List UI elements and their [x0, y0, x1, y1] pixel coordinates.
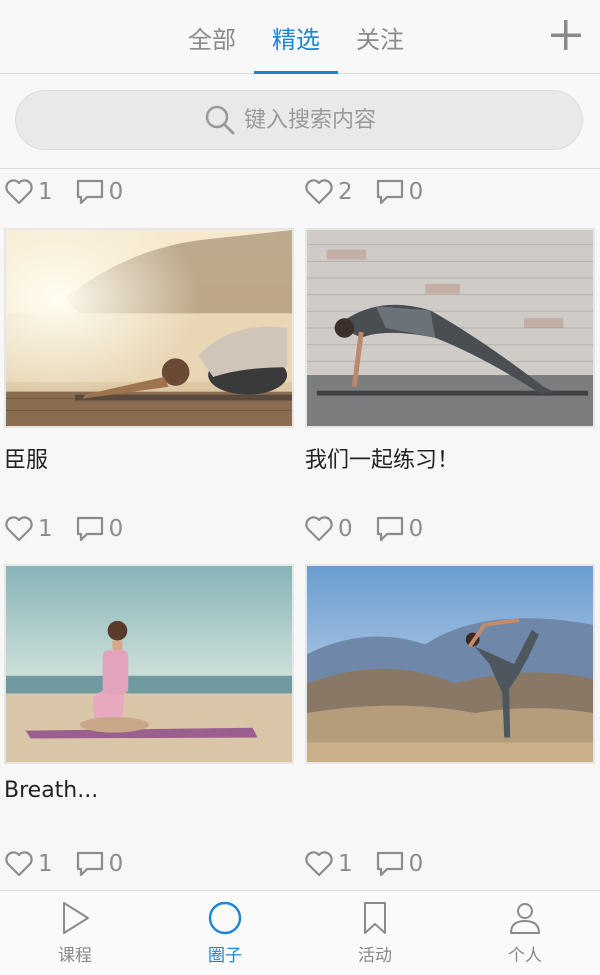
- like-button[interactable]: 1: [4, 850, 53, 878]
- nav-item-profile[interactable]: 个人: [450, 891, 600, 975]
- comment-button[interactable]: 0: [75, 178, 124, 206]
- comment-icon: [376, 179, 403, 205]
- comment-count: 0: [408, 851, 424, 877]
- tab-all[interactable]: 全部: [170, 0, 254, 74]
- like-count: 1: [38, 179, 53, 205]
- heart-icon: [305, 851, 333, 877]
- heart-icon: [305, 179, 333, 205]
- post-image-child-pose[interactable]: [4, 228, 294, 428]
- tab-following[interactable]: 关注: [338, 0, 422, 74]
- comment-count: 0: [108, 851, 124, 877]
- post-title[interactable]: 我们一起练习！: [305, 442, 459, 474]
- heart-icon: [5, 851, 33, 877]
- heart-icon: [5, 516, 33, 542]
- post-stats: 1 0: [4, 507, 145, 551]
- like-button[interactable]: 0: [304, 515, 353, 543]
- nav-label: 圈子: [208, 946, 242, 966]
- post-feed[interactable]: 1 0 2 0 臣服 我们一起练习！ 1 0 0 0 Breath... 1 0…: [0, 170, 600, 890]
- like-count: 0: [338, 516, 353, 542]
- post-image-beach-meditation[interactable]: [4, 564, 294, 764]
- nav-label: 活动: [358, 946, 392, 966]
- like-button[interactable]: 1: [4, 515, 53, 543]
- comment-button[interactable]: 0: [75, 515, 124, 543]
- search-icon: [205, 105, 235, 135]
- comment-icon: [76, 851, 103, 877]
- heart-icon: [305, 516, 333, 542]
- play-icon: [63, 902, 89, 934]
- like-count: 2: [338, 179, 353, 205]
- post-stats: 1 0: [4, 842, 145, 886]
- comment-icon: [376, 851, 403, 877]
- comment-button[interactable]: 0: [375, 178, 424, 206]
- post-stats: 1 0: [4, 170, 145, 214]
- comment-icon: [76, 179, 103, 205]
- tab-featured[interactable]: 精选: [254, 0, 338, 74]
- person-icon: [510, 903, 540, 934]
- comment-count: 0: [108, 516, 124, 542]
- comment-count: 0: [408, 179, 424, 205]
- search-box[interactable]: [15, 90, 583, 150]
- like-count: 1: [338, 851, 353, 877]
- tab-bar: 全部 精选 关注: [170, 0, 422, 74]
- search-input[interactable]: [244, 107, 394, 133]
- like-count: 1: [38, 851, 53, 877]
- post-stats: 1 0: [304, 842, 445, 886]
- like-count: 1: [38, 516, 53, 542]
- comment-count: 0: [408, 516, 424, 542]
- post-image-dancer-pose[interactable]: [305, 564, 595, 764]
- circle-icon: [208, 901, 242, 935]
- post-image-upward-plank[interactable]: [305, 228, 595, 428]
- nav-item-circle[interactable]: 圈子: [150, 891, 300, 975]
- comment-icon: [376, 516, 403, 542]
- post-stats: 0 0: [304, 507, 445, 551]
- nav-item-events[interactable]: 活动: [300, 891, 450, 975]
- like-button[interactable]: 1: [304, 850, 353, 878]
- add-post-button[interactable]: [546, 14, 586, 58]
- nav-item-courses[interactable]: 课程: [0, 891, 150, 975]
- bottom-navigation: 课程 圈子 活动 个人: [0, 890, 600, 975]
- nav-label: 个人: [508, 946, 542, 966]
- comment-icon: [76, 516, 103, 542]
- like-button[interactable]: 1: [4, 178, 53, 206]
- comment-button[interactable]: 0: [375, 515, 424, 543]
- post-title[interactable]: 臣服: [4, 442, 48, 474]
- plus-icon: [551, 20, 581, 50]
- comment-count: 0: [108, 179, 124, 205]
- comment-button[interactable]: 0: [75, 850, 124, 878]
- top-header: 全部 精选 关注: [0, 0, 600, 74]
- bookmark-icon: [364, 902, 386, 934]
- heart-icon: [5, 179, 33, 205]
- comment-button[interactable]: 0: [375, 850, 424, 878]
- post-stats: 2 0: [304, 170, 445, 214]
- post-title[interactable]: Breath...: [4, 778, 98, 803]
- search-bar-container: [0, 74, 600, 169]
- nav-label: 课程: [58, 946, 92, 966]
- like-button[interactable]: 2: [304, 178, 353, 206]
